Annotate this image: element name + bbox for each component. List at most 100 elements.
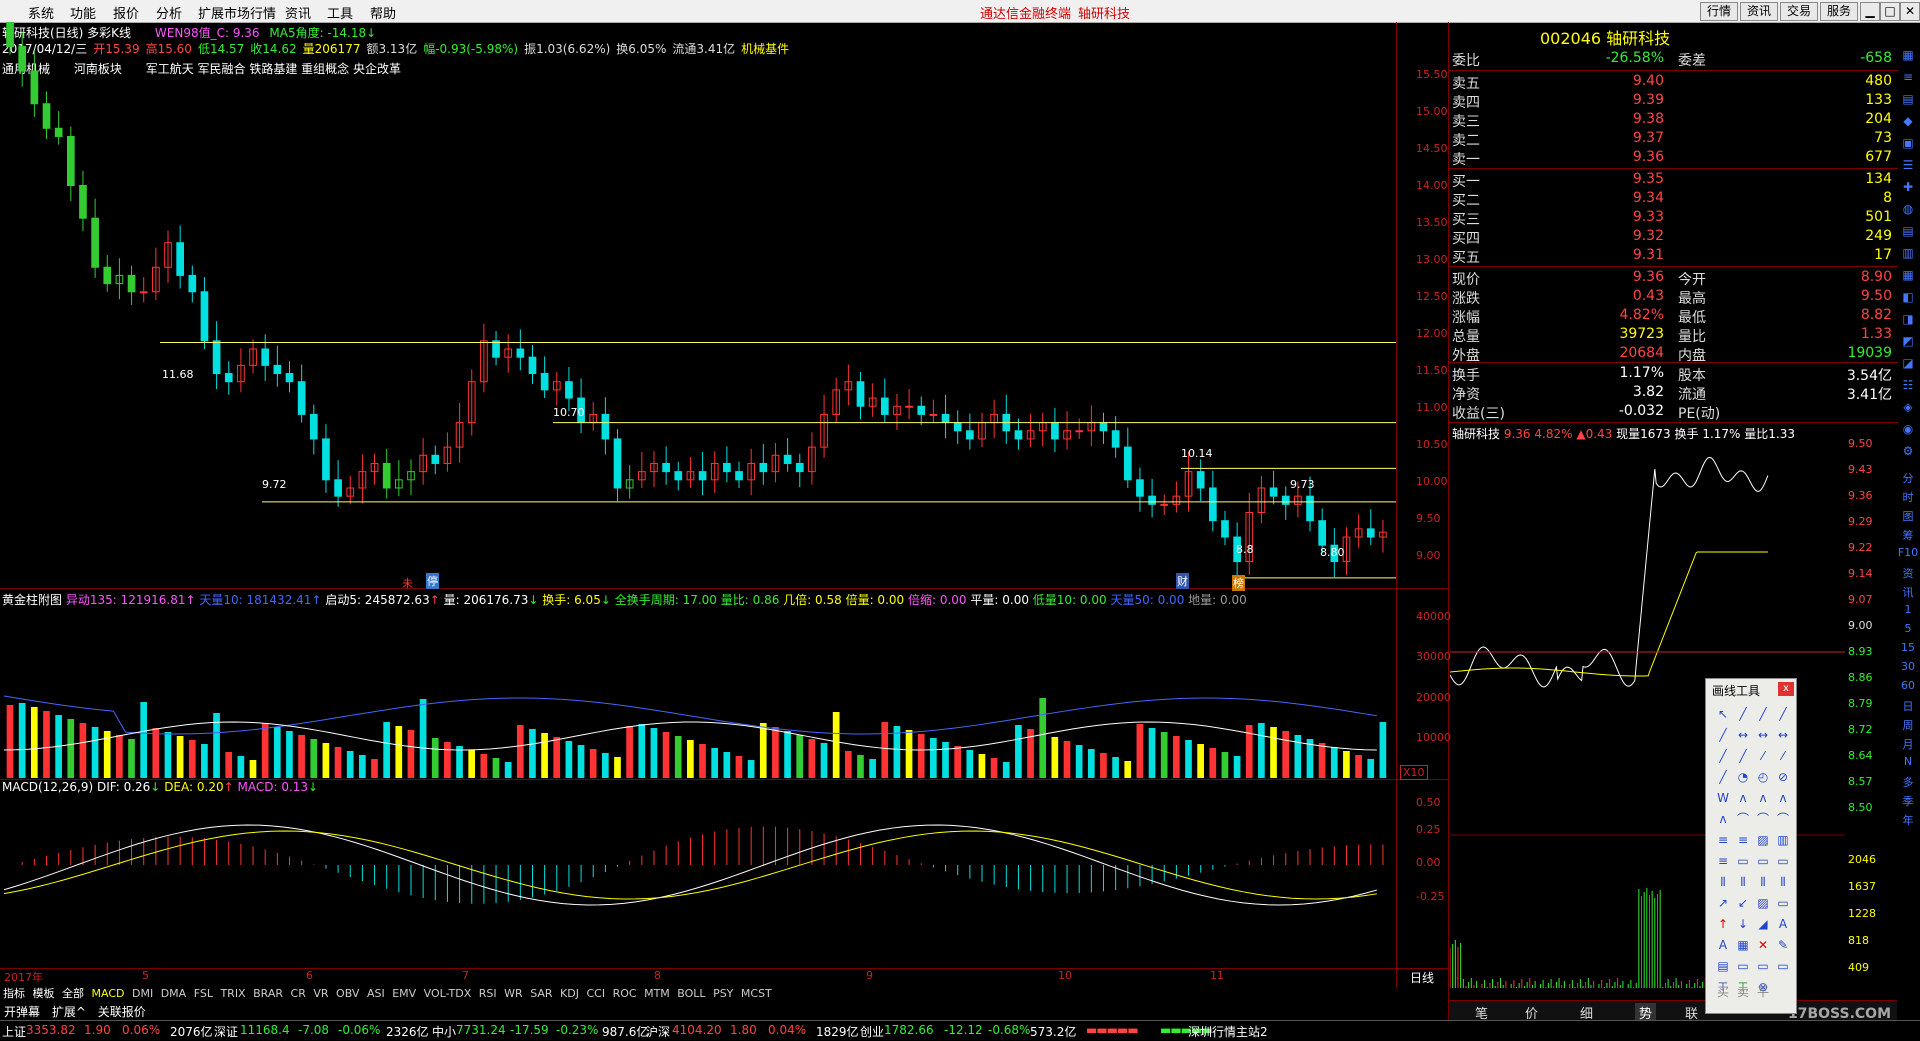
quote-row[interactable]: 买一 9.35 134 — [1452, 171, 1898, 190]
drawing-tool-icon[interactable]: ▭ — [1754, 957, 1772, 975]
drawing-tool-icon[interactable]: ʌ — [1714, 810, 1732, 828]
menu-tools[interactable]: 工具 — [327, 3, 353, 22]
toolbar-icon[interactable]: ▣ — [1897, 136, 1919, 154]
drawing-tool-icon[interactable]: ▦ — [1734, 936, 1752, 954]
candlestick-chart[interactable] — [0, 22, 1396, 588]
tab-brar[interactable]: BRAR — [253, 987, 283, 1000]
trade-button[interactable]: 交易 — [1780, 2, 1819, 21]
toolbar-icon[interactable]: ◧ — [1897, 290, 1919, 308]
danmaku-toggle[interactable]: 开弹幕 — [4, 1005, 40, 1019]
drawing-tool-icon[interactable]: ʌ — [1754, 789, 1772, 807]
drawing-tool-icon[interactable]: ▭ — [1774, 894, 1792, 912]
toolbox-close-button[interactable]: x — [1778, 682, 1794, 696]
tab-roc[interactable]: ROC — [613, 987, 637, 1000]
tab-dmi[interactable]: DMI — [132, 987, 153, 1000]
menu-news[interactable]: 资讯 — [285, 3, 311, 22]
period-button[interactable]: 5 — [1897, 622, 1919, 640]
drawing-tool-icon[interactable]: ⌒ — [1734, 810, 1752, 828]
toolbar-icon[interactable]: ▤ — [1897, 92, 1919, 110]
drawing-tool-icon[interactable]: ⁄ — [1774, 747, 1792, 765]
tab-emv[interactable]: EMV — [392, 987, 416, 1000]
drawing-tool-icon[interactable]: ↔ — [1774, 726, 1792, 744]
drawing-tool-icon[interactable]: ╱ — [1754, 705, 1772, 723]
toolbar-icon[interactable]: ▤ — [1897, 224, 1919, 242]
drawing-tool-icon[interactable]: ◢ — [1754, 915, 1772, 933]
menu-help[interactable]: 帮助 — [370, 3, 396, 22]
toolbar-icon[interactable]: ≡ — [1897, 70, 1919, 88]
period-button[interactable]: 讯 — [1897, 584, 1919, 602]
drawing-tool-icon[interactable]: ⌒ — [1754, 810, 1772, 828]
period-button[interactable]: 分 — [1897, 470, 1919, 488]
period-button[interactable]: N — [1897, 755, 1919, 773]
tab-trix[interactable]: TRIX — [220, 987, 245, 1000]
toolbar-icon[interactable]: ◈ — [1897, 400, 1919, 418]
macd-name[interactable]: MACD(12,26,9) — [2, 780, 93, 794]
minimize-icon[interactable]: ▁ — [1860, 2, 1880, 21]
drawing-tool-icon[interactable]: ▥ — [1774, 831, 1792, 849]
period-button[interactable]: 1 — [1897, 603, 1919, 621]
drawing-tool-icon[interactable]: ▭ — [1734, 957, 1752, 975]
tab-indicator[interactable]: 指标 — [3, 987, 25, 1000]
drawing-tool-icon[interactable]: ⦀ — [1774, 873, 1792, 891]
drawing-tool-icon[interactable]: ⦀ — [1714, 873, 1732, 891]
drawing-tool-icon[interactable]: ╱ — [1714, 768, 1732, 786]
quote-row[interactable]: 买二 9.34 8 — [1452, 190, 1898, 209]
menu-system[interactable]: 系统 — [28, 3, 54, 22]
drawing-tool-icon[interactable]: ╱ — [1714, 726, 1732, 744]
drawing-tool-icon[interactable]: ↖ — [1714, 705, 1732, 723]
drawing-tool-icon[interactable]: A — [1714, 936, 1732, 954]
tab-cr[interactable]: CR — [291, 987, 306, 1000]
maximize-icon[interactable]: □ — [1880, 2, 1900, 21]
quote-row[interactable]: 卖五 9.40 480 — [1452, 73, 1898, 92]
drawing-tool-icon[interactable]: ⌒ — [1774, 810, 1792, 828]
drawing-tool-icon[interactable]: ⊘ — [1774, 768, 1792, 786]
drawing-tool-icon[interactable]: ▤ — [1714, 957, 1732, 975]
expand-toggle[interactable]: 扩展^ — [52, 1005, 86, 1019]
quote-button[interactable]: 行情 — [1700, 2, 1739, 21]
drawing-tool-icon[interactable]: ▭ — [1774, 957, 1792, 975]
tab-fsl[interactable]: FSL — [194, 987, 213, 1000]
drawing-tool-icon[interactable]: ʌ — [1734, 789, 1752, 807]
period-button[interactable]: 30 — [1897, 660, 1919, 678]
drawing-tool-icon[interactable]: ↑ — [1714, 915, 1732, 933]
quote-row[interactable]: 卖三 9.38 204 — [1452, 111, 1898, 130]
toolbar-icon[interactable]: ☷ — [1897, 378, 1919, 396]
quote-row[interactable]: 买四 9.32 249 — [1452, 228, 1898, 247]
tab-mtm[interactable]: MTM — [644, 987, 670, 1000]
tab-vr[interactable]: VR — [313, 987, 328, 1000]
tab-boll[interactable]: BOLL — [677, 987, 705, 1000]
drawing-tool-icon[interactable]: W — [1714, 789, 1732, 807]
index-cy-name[interactable]: 创业 — [860, 1023, 884, 1040]
quote-row[interactable]: 卖一 9.36 677 — [1452, 149, 1898, 168]
tab-rsi[interactable]: RSI — [479, 987, 497, 1000]
period-label[interactable]: 日线 — [1410, 969, 1434, 986]
quote-row[interactable]: 买三 9.33 501 — [1452, 209, 1898, 228]
tab-sar[interactable]: SAR — [530, 987, 552, 1000]
index-hs-name[interactable]: 沪深 — [646, 1023, 670, 1040]
period-button[interactable]: 资 — [1897, 565, 1919, 583]
vol-ind-name[interactable]: 黄金柱附图 — [2, 593, 62, 607]
toolbar-icon[interactable]: ◪ — [1897, 356, 1919, 374]
volume-chart[interactable] — [0, 606, 1396, 778]
quote-row[interactable]: 卖二 9.37 73 — [1452, 130, 1898, 149]
tab-cci[interactable]: CCI — [586, 987, 605, 1000]
toolbar-icon[interactable]: ◨ — [1897, 312, 1919, 330]
toolbar-icon[interactable]: ▦ — [1897, 48, 1919, 66]
tab-vol-tdx[interactable]: VOL-TDX — [424, 987, 472, 1000]
tab-psy[interactable]: PSY — [713, 987, 733, 1000]
drawing-tool-icon[interactable]: ╱ — [1774, 705, 1792, 723]
drawing-tool-icon[interactable]: ↔ — [1734, 726, 1752, 744]
drawing-tool-icon[interactable]: ≡ — [1734, 831, 1752, 849]
event-marker[interactable]: 财 — [1176, 573, 1189, 589]
menu-quote[interactable]: 报价 — [113, 3, 139, 22]
promo-stock-link[interactable]: 轴研科技 — [1078, 3, 1130, 22]
menu-function[interactable]: 功能 — [70, 3, 96, 22]
drawing-tool-icon[interactable]: A — [1774, 915, 1792, 933]
drawing-tool-icon[interactable]: ▭ — [1754, 852, 1772, 870]
event-marker[interactable]: 榜 — [1232, 575, 1245, 591]
drawing-tool-icon[interactable]: ▨ — [1754, 831, 1772, 849]
drawing-tool-icon[interactable]: ✕ — [1754, 936, 1772, 954]
trade-mark-icon[interactable]: 买 — [1714, 983, 1732, 1001]
period-button[interactable]: 15 — [1897, 641, 1919, 659]
macd-chart[interactable] — [0, 795, 1396, 967]
